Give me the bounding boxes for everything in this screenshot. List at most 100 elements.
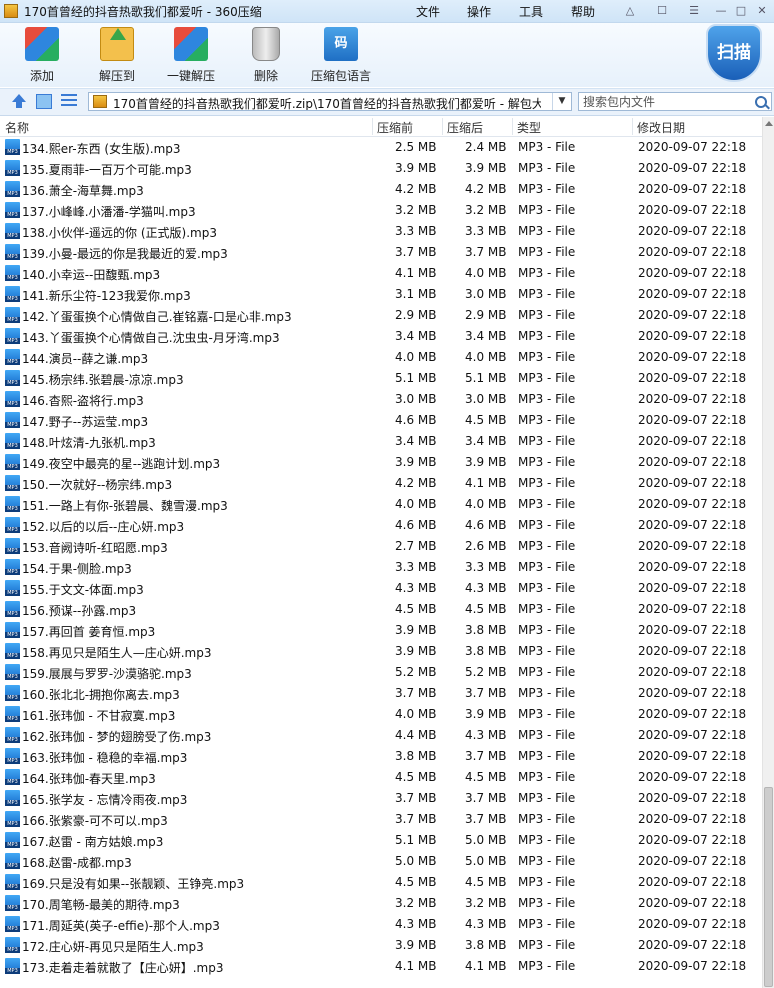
- one-click-extract-button[interactable]: 一键解压: [163, 27, 219, 84]
- file-row[interactable]: MP3 160.张北北-拥抱你离去.mp3 3.7 MB 3.7 MB MP3 - Fi…: [0, 683, 762, 704]
- file-size: 4.2 MB: [395, 182, 437, 196]
- chevron-down-icon[interactable]: ▼: [552, 93, 571, 110]
- file-row[interactable]: MP3 141.新乐尘符-123我爱你.mp3 3.1 MB 3.0 MB MP3 - …: [0, 284, 762, 305]
- file-row[interactable]: MP3 159.展展与罗罗-沙漠骆驼.mp3 5.2 MB 5.2 MB MP3 - F…: [0, 662, 762, 683]
- file-row[interactable]: MP3 161.张玮伽 - 不甘寂寞.mp3 4.0 MB 3.9 MB MP3 - F…: [0, 704, 762, 725]
- file-name: 149.夜空中最亮的星--逃跑计划.mp3: [22, 457, 221, 471]
- file-row[interactable]: MP3 137.小峰峰.小潘潘-学猫叫.mp3 3.2 MB 3.2 MB MP3 - …: [0, 200, 762, 221]
- file-row[interactable]: MP3 146.杳熙-盗将行.mp3 3.0 MB 3.0 MB MP3 - File 2…: [0, 389, 762, 410]
- file-row[interactable]: MP3 165.张学友 - 忘情冷雨夜.mp3 3.7 MB 3.7 MB MP3 - …: [0, 788, 762, 809]
- file-row[interactable]: MP3 154.于果-侧脸.mp3 3.3 MB 3.3 MB MP3 - File 20…: [0, 557, 762, 578]
- menu-tools[interactable]: 工具: [519, 3, 543, 20]
- menu-operation[interactable]: 操作: [467, 3, 491, 20]
- file-row[interactable]: MP3 142.丫蛋蛋换个心情做自己.崔铭嘉-口是心非.mp3 2.9 MB 2.9 …: [0, 305, 762, 326]
- file-row[interactable]: MP3 138.小伙伴-遥远的你 (正式版).mp3 3.3 MB 3.3 MB MP3…: [0, 221, 762, 242]
- mp3-file-icon-label: MP3: [5, 863, 20, 869]
- file-row[interactable]: MP3 169.只是没有如果--张靓颖、王铮亮.mp3 4.5 MB 4.5 MB MP…: [0, 872, 762, 893]
- file-size: 4.1 MB: [395, 959, 437, 973]
- column-compressed[interactable]: 压缩后: [442, 119, 483, 135]
- column-name[interactable]: 名称: [0, 119, 29, 135]
- file-name: 141.新乐尘符-123我爱你.mp3: [22, 289, 191, 303]
- file-modified: 2020-09-07 22:18: [638, 308, 747, 322]
- file-type: MP3 - File: [518, 140, 576, 154]
- mp3-file-icon: MP3: [5, 475, 20, 491]
- file-row[interactable]: MP3 148.叶炫清-九张机.mp3 3.4 MB 3.4 MB MP3 - File…: [0, 431, 762, 452]
- file-type: MP3 - File: [518, 455, 576, 469]
- file-row[interactable]: MP3 136.萧全-海草舞.mp3 4.2 MB 4.2 MB MP3 - File 2…: [0, 179, 762, 200]
- minimize-icon[interactable]: —: [710, 2, 732, 19]
- scroll-up-icon[interactable]: [765, 121, 773, 126]
- file-row[interactable]: MP3 168.赵雷-成都.mp3 5.0 MB 5.0 MB MP3 - File 20…: [0, 851, 762, 872]
- file-row[interactable]: MP3 143.丫蛋蛋换个心情做自己.沈虫虫-月牙湾.mp3 3.4 MB 3.4 M…: [0, 326, 762, 347]
- address-bar: 170首曾经的抖音热歌我们都爱听.zip\170首曾经的抖音热歌我们都爱听 - …: [0, 88, 774, 116]
- file-row[interactable]: MP3 167.赵雷 - 南方姑娘.mp3 5.1 MB 5.0 MB MP3 - Fi…: [0, 830, 762, 851]
- file-row[interactable]: MP3 145.杨宗纬.张碧晨-凉凉.mp3 5.1 MB 5.1 MB MP3 - F…: [0, 368, 762, 389]
- vertical-scrollbar[interactable]: [762, 117, 774, 988]
- file-name: 157.再回首 姜育恒.mp3: [22, 625, 156, 639]
- file-row[interactable]: MP3 149.夜空中最亮的星--逃跑计划.mp3 3.9 MB 3.9 MB MP3 …: [0, 452, 762, 473]
- file-type: MP3 - File: [518, 560, 576, 574]
- file-row[interactable]: MP3 170.周笔畅-最美的期待.mp3 3.2 MB 3.2 MB MP3 - Fi…: [0, 893, 762, 914]
- file-type: MP3 - File: [518, 770, 576, 784]
- file-size: 4.0 MB: [395, 350, 437, 364]
- file-row[interactable]: MP3 158.再见只是陌生人—庄心妍.mp3 3.9 MB 3.8 MB MP3 - …: [0, 641, 762, 662]
- file-row[interactable]: MP3 173.走着走着就散了【庄心妍】.mp3 4.1 MB 4.1 MB MP3 -…: [0, 956, 762, 977]
- file-compressed-size: 3.0 MB: [465, 287, 507, 301]
- search-input[interactable]: [581, 94, 751, 109]
- file-row[interactable]: MP3 163.张玮伽 - 稳稳的幸福.mp3 3.8 MB 3.7 MB MP3 - …: [0, 746, 762, 767]
- scrollbar-thumb[interactable]: [764, 787, 773, 987]
- mp3-file-icon-label: MP3: [5, 149, 20, 155]
- mp3-file-icon-label: MP3: [5, 695, 20, 701]
- menu-icon[interactable]: ☰: [683, 2, 705, 19]
- file-row[interactable]: MP3 164.张玮伽-春天里.mp3 4.5 MB 4.5 MB MP3 - File…: [0, 767, 762, 788]
- file-compressed-size: 4.0 MB: [465, 350, 507, 364]
- list-view-icon[interactable]: [61, 94, 77, 109]
- add-button[interactable]: 添加: [22, 27, 62, 84]
- file-size: 4.3 MB: [395, 581, 437, 595]
- file-type: MP3 - File: [518, 602, 576, 616]
- file-row[interactable]: MP3 155.于文文-体面.mp3 4.3 MB 4.3 MB MP3 - File 2…: [0, 578, 762, 599]
- search-icon[interactable]: [755, 96, 767, 108]
- file-row[interactable]: MP3 156.预谋--孙露.mp3 4.5 MB 4.5 MB MP3 - File 2…: [0, 599, 762, 620]
- file-type: MP3 - File: [518, 581, 576, 595]
- column-size[interactable]: 压缩前: [372, 119, 413, 135]
- file-type: MP3 - File: [518, 644, 576, 658]
- file-row[interactable]: MP3 166.张紫豪-可不可以.mp3 3.7 MB 3.7 MB MP3 - Fil…: [0, 809, 762, 830]
- file-row[interactable]: MP3 172.庄心妍-再见只是陌生人.mp3 3.9 MB 3.8 MB MP3 - …: [0, 935, 762, 956]
- column-modified[interactable]: 修改日期: [632, 119, 685, 135]
- close-icon[interactable]: ✕: [751, 2, 773, 19]
- file-row[interactable]: MP3 171.周延英(英子-effie)-那个人.mp3 4.3 MB 4.3 MB…: [0, 914, 762, 935]
- file-row[interactable]: MP3 152.以后的以后--庄心妍.mp3 4.6 MB 4.6 MB MP3 - F…: [0, 515, 762, 536]
- file-row[interactable]: MP3 150.一次就好--杨宗纬.mp3 4.2 MB 4.1 MB MP3 - Fi…: [0, 473, 762, 494]
- file-row[interactable]: MP3 144.演员--薛之谦.mp3 4.0 MB 4.0 MB MP3 - File…: [0, 347, 762, 368]
- file-row[interactable]: MP3 147.野子--苏运莹.mp3 4.6 MB 4.5 MB MP3 - File…: [0, 410, 762, 431]
- menu-help[interactable]: 帮助: [571, 3, 595, 20]
- column-type[interactable]: 类型: [512, 119, 541, 135]
- extract-button[interactable]: 解压到: [95, 27, 139, 84]
- maximize-icon[interactable]: □: [730, 2, 752, 19]
- file-row[interactable]: MP3 135.夏雨菲-一百万个可能.mp3 3.9 MB 3.9 MB MP3 - F…: [0, 158, 762, 179]
- file-compressed-size: 3.2 MB: [465, 203, 507, 217]
- file-name: 144.演员--薛之谦.mp3: [22, 352, 149, 366]
- mp3-file-icon-label: MP3: [5, 884, 20, 890]
- menu-file[interactable]: 文件: [416, 3, 440, 20]
- file-modified: 2020-09-07 22:18: [638, 539, 747, 553]
- delete-button[interactable]: 删除: [249, 27, 283, 84]
- file-row[interactable]: MP3 151.一路上有你-张碧晨、魏雪漫.mp3 4.0 MB 4.0 MB MP3 …: [0, 494, 762, 515]
- file-row[interactable]: MP3 139.小曼-最远的你是我最近的爱.mp3 3.7 MB 3.7 MB MP3 …: [0, 242, 762, 263]
- file-size: 4.6 MB: [395, 413, 437, 427]
- scan-button[interactable]: 扫描: [706, 24, 762, 86]
- view-mode-icon[interactable]: [36, 94, 52, 109]
- archive-language-button[interactable]: 码 压缩包语言: [309, 27, 373, 84]
- file-row[interactable]: MP3 162.张玮伽 - 梦的翅膀受了伤.mp3 4.4 MB 4.3 MB MP3 …: [0, 725, 762, 746]
- file-row[interactable]: MP3 157.再回首 姜育恒.mp3 3.9 MB 3.8 MB MP3 - File…: [0, 620, 762, 641]
- shirt-icon[interactable]: △: [619, 2, 641, 19]
- feedback-icon[interactable]: ☐: [651, 2, 673, 19]
- path-field[interactable]: 170首曾经的抖音热歌我们都爱听.zip\170首曾经的抖音热歌我们都爱听 - …: [88, 92, 572, 111]
- file-row[interactable]: MP3 134.熙er-东西 (女生版).mp3 2.5 MB 2.4 MB MP3 -…: [0, 137, 762, 158]
- mp3-file-icon-label: MP3: [5, 296, 20, 302]
- file-row[interactable]: MP3 140.小幸运--田馥甄.mp3 4.1 MB 4.0 MB MP3 - Fil…: [0, 263, 762, 284]
- mp3-file-icon: MP3: [5, 601, 20, 617]
- file-row[interactable]: MP3 153.音阙诗听-红昭愿.mp3 2.7 MB 2.6 MB MP3 - Fil…: [0, 536, 762, 557]
- up-arrow-icon[interactable]: [11, 94, 27, 109]
